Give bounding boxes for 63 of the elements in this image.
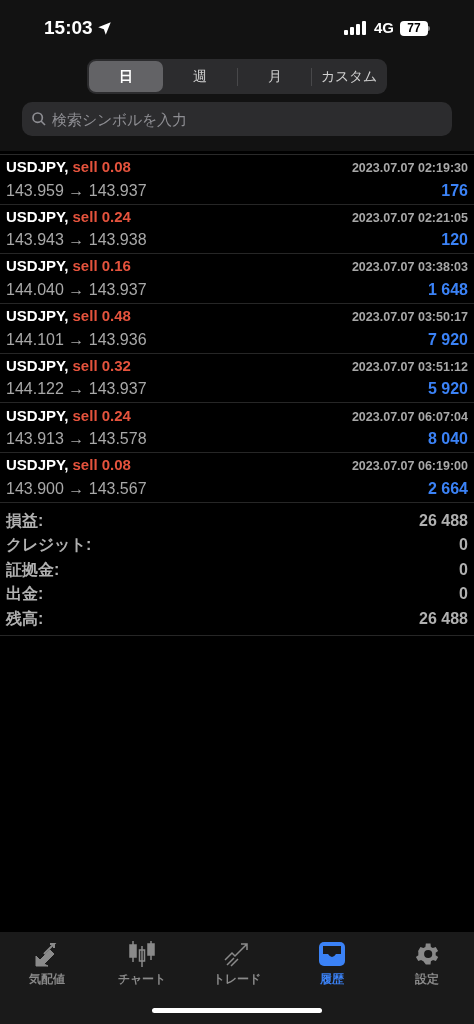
- deal-symbol: USDJPY,: [6, 405, 69, 426]
- summary-value: 26 488: [419, 608, 468, 629]
- deal-profit: 2 664: [427, 478, 468, 499]
- deal-profit: 120: [441, 230, 468, 251]
- deal-symbol: USDJPY,: [6, 256, 69, 277]
- deal-time: 2023.07.07 03:50:17: [351, 309, 468, 327]
- candlestick-icon: [127, 940, 158, 968]
- deal-symbol: USDJPY,: [6, 455, 69, 476]
- deal-side: sell 0.24: [72, 206, 131, 227]
- period-tab[interactable]: 週: [163, 61, 237, 92]
- deal-time: 2023.07.07 06:19:00: [351, 458, 468, 476]
- location-arrow-icon: [96, 20, 112, 36]
- deal-symbol: USDJPY,: [6, 206, 69, 227]
- deal-symbol: USDJPY,: [6, 157, 69, 178]
- deal-symbol: USDJPY,: [6, 306, 69, 327]
- battery-indicator: 77: [400, 20, 430, 36]
- deal-prices: 144.040 → 143.937: [6, 279, 147, 300]
- deal-time: 2023.07.07 02:19:30: [351, 160, 468, 178]
- tab-bar-item[interactable]: 気配値: [0, 940, 95, 989]
- deal-side: sell 0.16: [72, 256, 131, 277]
- deal-time: 2023.07.07 03:38:03: [351, 259, 468, 277]
- deal-prices: 143.959 → 143.937: [6, 180, 147, 201]
- deal-side: sell 0.24: [72, 405, 131, 426]
- deal-side: sell 0.08: [72, 455, 131, 476]
- deal-prices: 143.900 → 143.567: [6, 478, 147, 499]
- deal-prices: 143.943 → 143.938: [6, 230, 147, 251]
- inbox-tray-icon: [316, 940, 347, 968]
- status-time: 15:03: [44, 15, 93, 40]
- search-field[interactable]: 検索シンボルを入力: [22, 102, 452, 136]
- deal-prices: 144.101 → 143.936: [6, 329, 147, 350]
- deal-time: 2023.07.07 06:07:04: [351, 408, 468, 426]
- deal-symbol: USDJPY,: [6, 355, 69, 376]
- deal-side: sell 0.48: [72, 306, 131, 327]
- tab-bar-item[interactable]: チャート: [94, 940, 190, 989]
- summary-value: 26 488: [419, 511, 468, 531]
- tab-bar-item[interactable]: 設定: [379, 940, 474, 989]
- deal-profit: 176: [441, 180, 468, 201]
- summary-value: 0: [459, 535, 468, 556]
- summary-label: 残高:: [6, 608, 44, 629]
- deal-profit: 5 920: [427, 379, 468, 400]
- tab-bar-item[interactable]: 履歴: [284, 940, 380, 989]
- summary-label: クレジット:: [6, 535, 92, 556]
- deal-profit: 7 920: [427, 329, 468, 350]
- period-tab[interactable]: カスタム: [312, 61, 385, 92]
- deal-prices: 144.122 → 143.937: [6, 379, 147, 400]
- deal-time: 2023.07.07 02:21:05: [351, 209, 468, 227]
- period-tab[interactable]: 日: [89, 61, 163, 92]
- summary-value: 0: [459, 559, 468, 580]
- summary-label: 出金:: [6, 584, 44, 605]
- deal-side: sell 0.32: [72, 355, 131, 376]
- network-label: 4G: [374, 17, 394, 38]
- search-icon: [31, 111, 47, 127]
- period-tab[interactable]: 月: [238, 61, 311, 92]
- summary-value: 0: [459, 584, 468, 605]
- deal-profit: 1 648: [427, 279, 468, 300]
- deal-side: sell 0.08: [72, 157, 131, 178]
- deal-prices: 143.913 → 143.578: [6, 429, 147, 450]
- tab-bar-item[interactable]: トレード: [189, 940, 285, 989]
- summary-label: 損益:: [6, 511, 44, 531]
- deal-profit: 8 040: [427, 429, 468, 450]
- signal-icon: [344, 21, 368, 35]
- deal-time: 2023.07.07 03:51:12: [351, 358, 468, 376]
- summary-label: 証拠金:: [6, 559, 60, 580]
